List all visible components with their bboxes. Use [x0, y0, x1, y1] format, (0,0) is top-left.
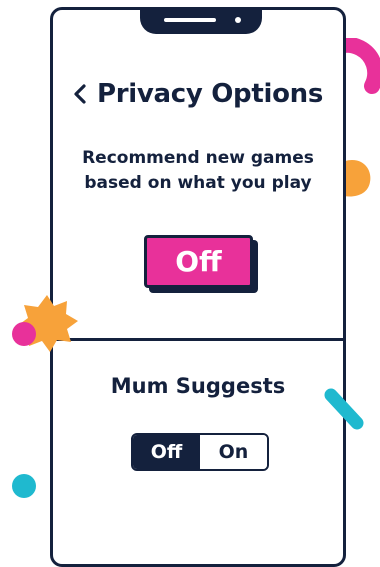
section-divider [50, 338, 346, 341]
recommendations-toggle-wrap: Off [144, 235, 258, 293]
chevron-left-icon[interactable] [73, 83, 87, 105]
page-title: Privacy Options [96, 79, 324, 109]
phone-frame: Privacy Options Recommend new games base… [50, 7, 346, 567]
front-camera [235, 17, 241, 23]
teal-dot-decoration [12, 474, 36, 498]
recommendations-off-button[interactable]: Off [144, 235, 253, 288]
recommendations-description: Recommend new games based on what you pl… [53, 146, 343, 196]
description-line-1: Recommend new games [82, 148, 314, 168]
speaker-grille [164, 18, 216, 22]
page-header: Privacy Options [53, 74, 343, 114]
teal-pill-decoration [324, 388, 364, 430]
pink-dot-decoration [12, 322, 36, 346]
toggle-option-off[interactable]: Off [133, 435, 200, 469]
mum-suggests-toggle: Off On [131, 433, 269, 471]
toggle-option-on[interactable]: On [200, 435, 267, 469]
mum-suggests-title: Mum Suggests [110, 374, 286, 398]
phone-notch [140, 7, 262, 34]
description-line-2: based on what you play [84, 173, 312, 193]
